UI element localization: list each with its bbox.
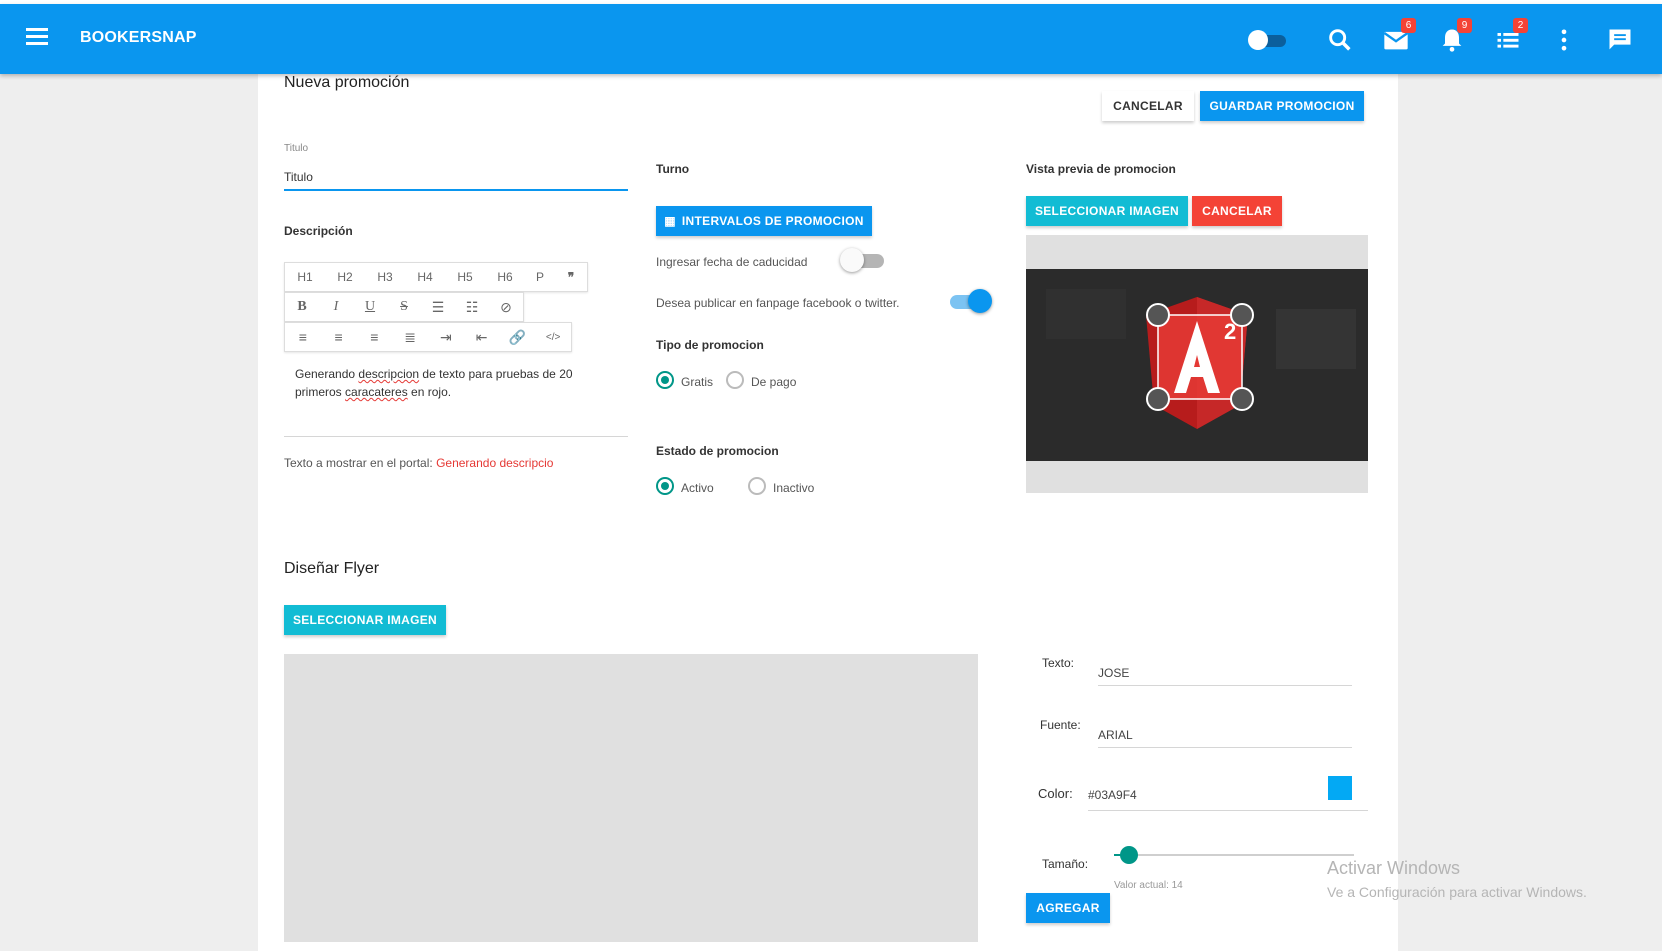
description-label: Descripción (284, 224, 353, 238)
align-center-icon[interactable]: ≡ (321, 329, 357, 345)
flyer-canvas[interactable] (284, 654, 978, 942)
color-swatch[interactable] (1328, 776, 1352, 800)
strikethrough-icon[interactable]: S (387, 299, 421, 315)
add-button[interactable]: AGREGAR (1026, 893, 1110, 923)
page-title: Nueva promoción (284, 74, 410, 91)
flyer-size-label: Tamaño: (1042, 857, 1089, 871)
paragraph-button[interactable]: P (525, 270, 555, 284)
h2-button[interactable]: H2 (325, 270, 365, 284)
flyer-color-underline (1088, 810, 1368, 811)
flyer-text-underline (1098, 685, 1352, 686)
preview-label: Vista previa de promocion (1026, 162, 1176, 176)
flyer-color-label: Color: (1038, 786, 1073, 801)
flyer-text-label: Texto: (1042, 656, 1075, 670)
flyer-title: Diseñar Flyer (284, 560, 380, 577)
list-badge: 2 (1513, 18, 1528, 33)
underline-icon[interactable]: U (353, 299, 387, 315)
menu-icon[interactable] (26, 28, 48, 48)
quote-icon[interactable]: ❞ (555, 270, 587, 284)
turno-label: Turno (656, 162, 690, 176)
list-icon[interactable]: 2 (1494, 18, 1528, 54)
align-left-icon[interactable]: ≡ (285, 329, 321, 345)
clear-format-icon[interactable]: ⊘ (489, 299, 523, 316)
promo-type-label: Tipo de promocion (656, 338, 764, 352)
italic-icon[interactable]: I (319, 299, 353, 315)
preview-cancel-button[interactable]: CANCELAR (1192, 196, 1282, 226)
angular-logo-crop: 2 (1026, 269, 1368, 461)
windows-watermark-subtitle: Ve a Configuración para activar Windows. (1327, 884, 1587, 900)
link-icon[interactable]: 🔗 (500, 329, 536, 346)
size-current-value: Valor actual: 14 (1114, 880, 1183, 891)
chat-icon[interactable] (1606, 26, 1634, 54)
cancel-button[interactable]: CANCELAR (1102, 91, 1194, 121)
title-input[interactable]: Titulo (284, 170, 313, 184)
flyer-color-input[interactable]: #03A9F4 (1088, 788, 1137, 802)
title-field-label: Titulo (284, 143, 309, 154)
bullet-list-icon[interactable]: ☰ (421, 299, 455, 316)
h5-button[interactable]: H5 (445, 270, 485, 284)
intervals-button[interactable]: ▦ INTERVALOS DE PROMOCION (656, 206, 872, 236)
mail-icon[interactable]: 6 (1382, 18, 1416, 54)
publish-label: Desea publicar en fanpage facebook o twi… (656, 296, 900, 310)
radio-de-pago[interactable] (726, 371, 744, 389)
outdent-icon[interactable]: ⇤ (464, 329, 500, 346)
radio-de-pago-label: De pago (751, 375, 797, 389)
mail-badge: 6 (1401, 18, 1416, 33)
app-brand: BOOKERSNAP (80, 29, 197, 46)
indent-icon[interactable]: ⇥ (428, 329, 464, 346)
size-slider-track[interactable] (1114, 854, 1354, 856)
align-justify-icon[interactable]: ≣ (392, 329, 428, 346)
expiry-label: Ingresar fecha de caducidad (656, 255, 808, 269)
radio-inactivo[interactable] (748, 477, 766, 495)
h1-button[interactable]: H1 (285, 270, 325, 284)
radio-gratis[interactable] (656, 371, 674, 389)
numbered-list-icon[interactable]: ☷ (455, 299, 489, 316)
bell-icon[interactable]: 9 (1438, 18, 1472, 54)
theme-toggle[interactable] (1248, 30, 1288, 50)
code-icon[interactable]: </> (535, 332, 571, 343)
editor-toolbar-align: ≡ ≡ ≡ ≣ ⇥ ⇤ 🔗 </> (284, 322, 572, 352)
bold-icon[interactable]: B (285, 299, 319, 315)
editor-toolbar-format: B I U S ☰ ☷ ⊘ (284, 292, 524, 322)
flyer-font-label: Fuente: (1040, 718, 1081, 732)
search-icon[interactable] (1326, 26, 1354, 54)
size-slider-handle[interactable] (1120, 846, 1138, 864)
description-editor[interactable]: Generando descripcion de texto para prue… (295, 365, 615, 401)
save-promotion-button[interactable]: GUARDAR PROMOCION (1200, 91, 1364, 121)
preview-image: 2 (1026, 269, 1368, 461)
preview-select-image-button[interactable]: SELECCIONAR IMAGEN (1026, 196, 1188, 226)
editor-toolbar-headings: H1 H2 H3 H4 H5 H6 P ❞ (284, 262, 588, 292)
flyer-font-input[interactable]: ARIAL (1098, 728, 1133, 742)
radio-gratis-label: Gratis (681, 375, 714, 389)
title-input-underline (284, 189, 628, 191)
portal-preview-value: Generando descripcio (436, 456, 554, 470)
h3-button[interactable]: H3 (365, 270, 405, 284)
more-vert-icon[interactable] (1550, 26, 1578, 54)
expiry-toggle[interactable] (840, 248, 886, 272)
promo-state-label: Estado de promocion (656, 444, 779, 458)
grid-icon: ▦ (664, 214, 676, 228)
portal-text: Texto a mostrar en el portal: Generando … (284, 456, 554, 470)
publish-toggle[interactable] (946, 289, 992, 313)
flyer-font-underline (1098, 747, 1352, 748)
flyer-text-input[interactable]: JOSE (1098, 666, 1129, 680)
h4-button[interactable]: H4 (405, 270, 445, 284)
description-underline (284, 436, 628, 437)
notifications-badge: 9 (1457, 18, 1472, 33)
radio-inactivo-label: Inactivo (773, 481, 815, 495)
radio-activo[interactable] (656, 477, 674, 495)
flyer-select-image-button[interactable]: SELECCIONAR IMAGEN (284, 605, 446, 635)
app-bar: BOOKERSNAP 6 9 2 (0, 4, 1662, 74)
align-right-icon[interactable]: ≡ (357, 329, 393, 345)
radio-activo-label: Activo (681, 481, 714, 495)
h6-button[interactable]: H6 (485, 270, 525, 284)
windows-watermark-title: Activar Windows (1327, 858, 1461, 878)
